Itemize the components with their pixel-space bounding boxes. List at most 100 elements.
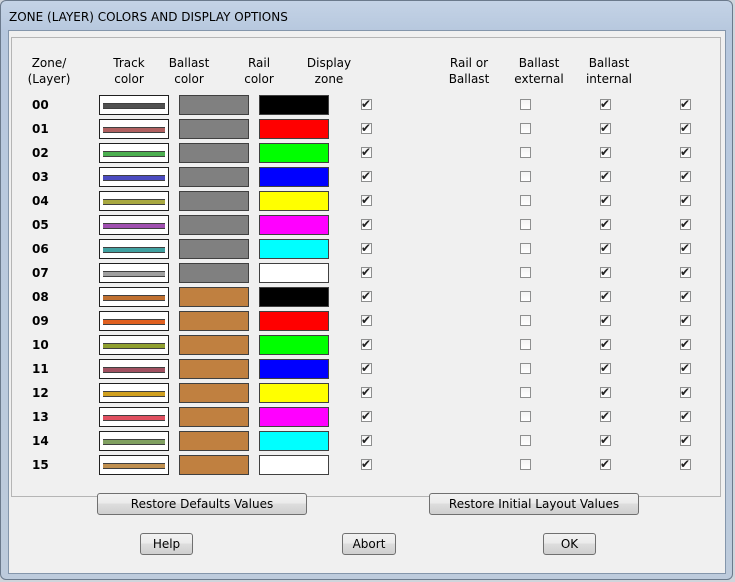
ballast-external-checkbox[interactable]: ✔	[600, 289, 611, 303]
rail-or-ballast-checkbox[interactable]	[520, 291, 531, 302]
ballast-internal-checkbox[interactable]: ✔	[680, 169, 691, 183]
ballast-internal-checkbox[interactable]: ✔	[680, 385, 691, 399]
rail-color-swatch[interactable]	[259, 239, 329, 259]
ballast-internal-checkbox[interactable]: ✔	[680, 265, 691, 279]
abort-button[interactable]: Abort	[342, 533, 396, 555]
rail-or-ballast-checkbox[interactable]	[520, 147, 531, 158]
ballast-internal-checkbox[interactable]: ✔	[680, 145, 691, 159]
track-color-swatch[interactable]	[99, 119, 169, 139]
help-button[interactable]: Help	[140, 533, 193, 555]
ballast-external-checkbox[interactable]: ✔	[600, 169, 611, 183]
rail-color-swatch[interactable]	[259, 119, 329, 139]
restore-initial-button[interactable]: Restore Initial Layout Values	[429, 493, 639, 515]
ballast-external-checkbox[interactable]: ✔	[600, 313, 611, 327]
rail-color-swatch[interactable]	[259, 311, 329, 331]
track-color-swatch[interactable]	[99, 239, 169, 259]
ballast-color-swatch[interactable]	[179, 311, 249, 331]
display-zone-checkbox[interactable]: ✔	[361, 433, 372, 447]
display-zone-checkbox[interactable]: ✔	[361, 409, 372, 423]
display-zone-checkbox[interactable]: ✔	[361, 457, 372, 471]
rail-color-swatch[interactable]	[259, 167, 329, 187]
ballast-color-swatch[interactable]	[179, 407, 249, 427]
rail-color-swatch[interactable]	[259, 215, 329, 235]
ballast-external-checkbox[interactable]: ✔	[600, 361, 611, 375]
rail-or-ballast-checkbox[interactable]	[520, 243, 531, 254]
ballast-color-swatch[interactable]	[179, 287, 249, 307]
ballast-internal-checkbox[interactable]: ✔	[680, 289, 691, 303]
ballast-external-checkbox[interactable]: ✔	[600, 241, 611, 255]
rail-color-swatch[interactable]	[259, 455, 329, 475]
ballast-internal-checkbox[interactable]: ✔	[680, 337, 691, 351]
ballast-color-swatch[interactable]	[179, 119, 249, 139]
display-zone-checkbox[interactable]: ✔	[361, 193, 372, 207]
rail-or-ballast-checkbox[interactable]	[520, 387, 531, 398]
ballast-external-checkbox[interactable]: ✔	[600, 97, 611, 111]
rail-color-swatch[interactable]	[259, 383, 329, 403]
ballast-external-checkbox[interactable]: ✔	[600, 145, 611, 159]
rail-color-swatch[interactable]	[259, 263, 329, 283]
rail-or-ballast-checkbox[interactable]	[520, 315, 531, 326]
ballast-color-swatch[interactable]	[179, 431, 249, 451]
rail-color-swatch[interactable]	[259, 431, 329, 451]
track-color-swatch[interactable]	[99, 191, 169, 211]
rail-color-swatch[interactable]	[259, 191, 329, 211]
track-color-swatch[interactable]	[99, 95, 169, 115]
display-zone-checkbox[interactable]: ✔	[361, 97, 372, 111]
display-zone-checkbox[interactable]: ✔	[361, 265, 372, 279]
display-zone-checkbox[interactable]: ✔	[361, 385, 372, 399]
ballast-color-swatch[interactable]	[179, 383, 249, 403]
ballast-color-swatch[interactable]	[179, 335, 249, 355]
rail-or-ballast-checkbox[interactable]	[520, 219, 531, 230]
ballast-external-checkbox[interactable]: ✔	[600, 409, 611, 423]
rail-or-ballast-checkbox[interactable]	[520, 411, 531, 422]
ballast-color-swatch[interactable]	[179, 167, 249, 187]
track-color-swatch[interactable]	[99, 287, 169, 307]
rail-or-ballast-checkbox[interactable]	[520, 267, 531, 278]
ballast-internal-checkbox[interactable]: ✔	[680, 409, 691, 423]
ballast-internal-checkbox[interactable]: ✔	[680, 217, 691, 231]
rail-or-ballast-checkbox[interactable]	[520, 99, 531, 110]
ballast-external-checkbox[interactable]: ✔	[600, 385, 611, 399]
ok-button[interactable]: OK	[543, 533, 596, 555]
ballast-external-checkbox[interactable]: ✔	[600, 121, 611, 135]
rail-color-swatch[interactable]	[259, 407, 329, 427]
track-color-swatch[interactable]	[99, 455, 169, 475]
rail-or-ballast-checkbox[interactable]	[520, 123, 531, 134]
track-color-swatch[interactable]	[99, 311, 169, 331]
ballast-external-checkbox[interactable]: ✔	[600, 433, 611, 447]
title-bar[interactable]: ZONE (LAYER) COLORS AND DISPLAY OPTIONS	[1, 1, 732, 31]
ballast-color-swatch[interactable]	[179, 359, 249, 379]
ballast-internal-checkbox[interactable]: ✔	[680, 193, 691, 207]
display-zone-checkbox[interactable]: ✔	[361, 217, 372, 231]
ballast-internal-checkbox[interactable]: ✔	[680, 97, 691, 111]
ballast-external-checkbox[interactable]: ✔	[600, 337, 611, 351]
display-zone-checkbox[interactable]: ✔	[361, 337, 372, 351]
rail-or-ballast-checkbox[interactable]	[520, 363, 531, 374]
display-zone-checkbox[interactable]: ✔	[361, 145, 372, 159]
track-color-swatch[interactable]	[99, 215, 169, 235]
rail-color-swatch[interactable]	[259, 335, 329, 355]
ballast-internal-checkbox[interactable]: ✔	[680, 361, 691, 375]
display-zone-checkbox[interactable]: ✔	[361, 169, 372, 183]
rail-or-ballast-checkbox[interactable]	[520, 171, 531, 182]
rail-or-ballast-checkbox[interactable]	[520, 435, 531, 446]
ballast-external-checkbox[interactable]: ✔	[600, 265, 611, 279]
display-zone-checkbox[interactable]: ✔	[361, 313, 372, 327]
ballast-color-swatch[interactable]	[179, 455, 249, 475]
track-color-swatch[interactable]	[99, 335, 169, 355]
ballast-internal-checkbox[interactable]: ✔	[680, 313, 691, 327]
track-color-swatch[interactable]	[99, 167, 169, 187]
restore-defaults-button[interactable]: Restore Defaults Values	[97, 493, 307, 515]
display-zone-checkbox[interactable]: ✔	[361, 289, 372, 303]
ballast-color-swatch[interactable]	[179, 143, 249, 163]
display-zone-checkbox[interactable]: ✔	[361, 241, 372, 255]
ballast-color-swatch[interactable]	[179, 239, 249, 259]
display-zone-checkbox[interactable]: ✔	[361, 121, 372, 135]
ballast-internal-checkbox[interactable]: ✔	[680, 241, 691, 255]
ballast-internal-checkbox[interactable]: ✔	[680, 457, 691, 471]
track-color-swatch[interactable]	[99, 263, 169, 283]
rail-color-swatch[interactable]	[259, 359, 329, 379]
track-color-swatch[interactable]	[99, 383, 169, 403]
rail-or-ballast-checkbox[interactable]	[520, 195, 531, 206]
ballast-internal-checkbox[interactable]: ✔	[680, 121, 691, 135]
